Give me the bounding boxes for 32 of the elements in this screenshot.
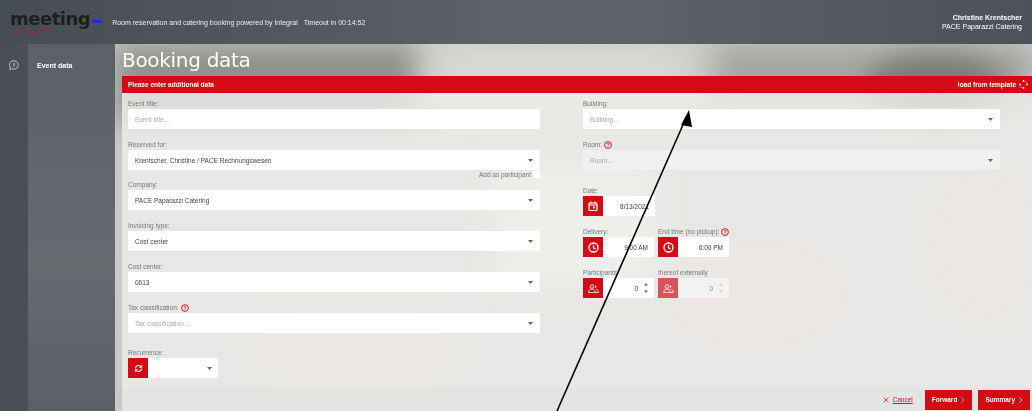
people-icon (662, 283, 674, 293)
people-button[interactable] (658, 278, 678, 298)
clock-icon (662, 241, 674, 253)
caret-icon (528, 198, 533, 202)
caret-icon (207, 366, 212, 370)
calendar-icon (588, 201, 598, 211)
spinner-icon[interactable] (644, 282, 648, 294)
close-icon (883, 396, 890, 403)
clock-button[interactable] (658, 237, 678, 257)
help-icon[interactable] (180, 303, 189, 312)
clock-icon (587, 241, 599, 253)
calendar-button[interactable] (583, 196, 603, 216)
caret-icon (528, 239, 533, 243)
page-title: Booking data (122, 48, 251, 73)
caret-icon (988, 158, 993, 162)
chevron-icon (1019, 396, 1023, 403)
clock-button[interactable] (583, 237, 603, 257)
logo-text: meeting (10, 9, 91, 28)
caret-icon (988, 117, 993, 121)
recurrence-button[interactable] (128, 358, 148, 378)
caret-icon (528, 158, 533, 162)
people-icon (587, 283, 599, 293)
dots-icon (1019, 80, 1028, 90)
refresh-icon (133, 363, 143, 373)
chevron-icon (961, 396, 966, 403)
select-field[interactable] (148, 358, 218, 378)
step-icon (9, 60, 19, 71)
tagline-drawing (10, 27, 54, 35)
caret-icon (528, 280, 533, 284)
help-icon[interactable] (721, 227, 730, 236)
caret-icon (528, 321, 533, 325)
people-button[interactable] (583, 278, 603, 298)
